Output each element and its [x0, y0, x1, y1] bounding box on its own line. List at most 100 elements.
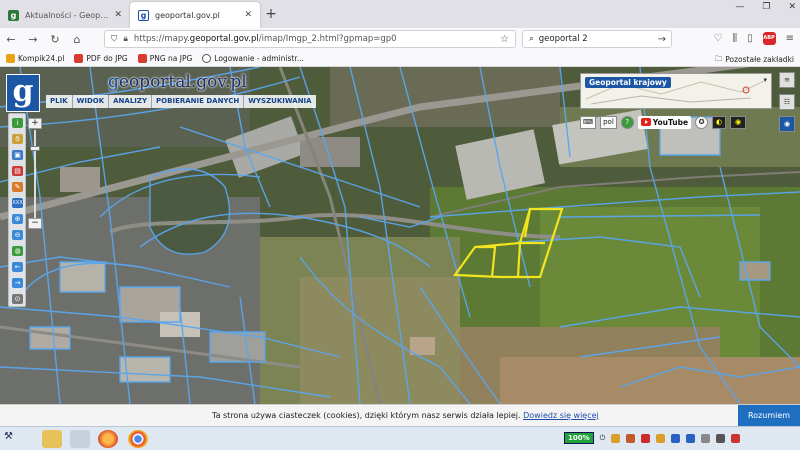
explorer-icon[interactable]: [42, 430, 62, 448]
eye-icon[interactable]: ◉: [730, 115, 747, 129]
other-bookmarks[interactable]: 🗀︎ Pozostałe zakładki: [715, 53, 794, 66]
tray-pdf-icon[interactable]: [641, 433, 651, 443]
taskbar: ⚒ 100% ⏻: [0, 426, 800, 450]
keyboard-icon[interactable]: ⌨: [580, 115, 597, 129]
search-go-icon[interactable]: →: [658, 34, 666, 45]
menu-analizy[interactable]: ANALIZY: [109, 95, 153, 108]
url-prefix: https://mapy.: [133, 34, 190, 44]
forward-icon[interactable]: →: [22, 33, 44, 46]
globe-icon[interactable]: ◍: [12, 246, 23, 256]
close-tab-icon[interactable]: ✕: [114, 10, 122, 20]
tray-app-icon[interactable]: [611, 433, 621, 443]
next-view-icon[interactable]: →: [12, 278, 23, 288]
select-icon[interactable]: ▣: [12, 150, 23, 160]
tree-icon[interactable]: ☷: [779, 94, 795, 110]
firefox-icon[interactable]: [98, 430, 118, 448]
lock-icon[interactable]: 🔒︎: [123, 34, 128, 44]
globe-icon: [202, 53, 212, 63]
pocket-icon[interactable]: ♡: [714, 33, 723, 44]
bookmark-pdf-do-jpg[interactable]: PDF do JPG: [74, 53, 128, 63]
folder-icon: 🗀︎: [714, 54, 723, 63]
url-bar[interactable]: ⛉ 🔒︎ https://mapy.geoportal.gov.pl/imap/…: [104, 30, 516, 48]
contrast-icon[interactable]: ◐: [712, 115, 727, 129]
tray-app-icon[interactable]: [701, 433, 711, 443]
zoom-in-icon[interactable]: ⊕: [12, 214, 23, 224]
new-tab-button[interactable]: +: [260, 2, 282, 28]
shield-icon[interactable]: ⛉: [111, 34, 117, 44]
previous-view-icon[interactable]: ←: [12, 262, 23, 272]
sidebar-icon[interactable]: ▯: [747, 33, 753, 44]
accessibility-icon[interactable]: ✪: [695, 115, 709, 129]
zoom-plus-button[interactable]: +: [28, 118, 42, 129]
menu-icon[interactable]: ≡: [786, 33, 794, 44]
map-tools: i ✋︎ ▣ ▤ ✎ XXX ⊕ ⊖ ◍ ← → ⊙: [8, 113, 26, 307]
close-window-icon[interactable]: ✕: [788, 2, 796, 12]
menu-plik[interactable]: PLIK: [46, 95, 73, 108]
nav-bar: ← → ↻ ⌂ ⛉ 🔒︎ https://mapy.geoportal.gov.…: [0, 28, 800, 50]
network-icon[interactable]: [686, 433, 696, 443]
search-bar[interactable]: ⌕ geoportal 2 →: [522, 30, 672, 48]
tab-geoportal[interactable]: g geoportal.gov.pl ✕: [130, 2, 260, 28]
tab-aktualnosci[interactable]: g Aktualności - Geoportal Krajowy ✕: [0, 2, 130, 28]
menu-pobieranie-danych[interactable]: POBIERANIE DANYCH: [152, 95, 245, 108]
bookmark-star-icon[interactable]: ☆: [500, 34, 509, 45]
url-text: https://mapy.geoportal.gov.pl/imap/Imgp_…: [134, 34, 397, 44]
zoom-track[interactable]: [34, 130, 36, 218]
menu-wyszukiwania[interactable]: WYSZUKIWANIA: [244, 95, 315, 108]
other-bookmarks-label: Pozostałe zakładki: [725, 55, 794, 64]
brand-rest: eoportal.gov.pl: [118, 72, 247, 92]
bookmark-icon: [137, 53, 147, 63]
library-icon[interactable]: ⫼: [732, 33, 737, 44]
layers-icon[interactable]: ≋: [779, 72, 795, 88]
info-icon[interactable]: i: [12, 118, 23, 128]
cookie-banner: Ta strona używa ciasteczek (cookies), dz…: [0, 404, 800, 427]
print-icon[interactable]: ▤: [12, 166, 23, 176]
xxx-icon[interactable]: XXX: [12, 198, 23, 208]
overview-map[interactable]: Geoportal krajowy ▾: [580, 73, 772, 109]
cookie-more-link[interactable]: Dowiedz się więcej: [523, 411, 599, 420]
search-input[interactable]: geoportal 2: [539, 34, 588, 44]
plug-icon: ⏻: [599, 433, 606, 442]
start-icon[interactable]: ⚒: [4, 431, 13, 442]
bookmark-kompik24[interactable]: Kompik24.pl: [6, 53, 64, 63]
language-select[interactable]: pol: [600, 115, 617, 129]
battery-indicator[interactable]: 100%: [564, 432, 594, 444]
bluetooth-icon[interactable]: [671, 433, 681, 443]
tray-alert-icon[interactable]: [731, 433, 741, 443]
bookmark-icon: [6, 53, 15, 63]
pan-hand-icon[interactable]: ✋︎: [12, 134, 23, 144]
bookmark-logowanie[interactable]: Logowanie - administr...: [202, 53, 304, 63]
youtube-link[interactable]: YouTube: [637, 115, 692, 129]
video-app-icon[interactable]: [70, 430, 90, 448]
zoom-handle[interactable]: [30, 146, 40, 151]
tray-app-icon[interactable]: [656, 433, 666, 443]
close-tab-icon[interactable]: ✕: [244, 10, 252, 20]
maximize-icon[interactable]: ❐: [762, 2, 770, 12]
cookie-text: Ta strona używa ciasteczek (cookies), dz…: [212, 411, 521, 420]
help-icon[interactable]: ?: [620, 115, 634, 129]
zoom-slider[interactable]: + −: [28, 118, 42, 230]
chrome-icon[interactable]: [128, 430, 148, 448]
adblock-icon[interactable]: ABP: [762, 32, 776, 45]
zoom-out-icon[interactable]: ⊖: [12, 230, 23, 240]
locate-icon[interactable]: ⊙: [12, 294, 23, 304]
back-icon[interactable]: ←: [0, 33, 22, 46]
geoportal-menu: PLIK WIDOK ANALIZY POBIERANIE DANYCH WYS…: [46, 95, 316, 108]
window-controls: — ❐ ✕: [735, 2, 796, 12]
tray-app-icon[interactable]: [626, 433, 636, 443]
visibility-icon[interactable]: ◉: [779, 116, 795, 132]
overview-collapse-icon[interactable]: ▾: [763, 76, 767, 84]
reload-icon[interactable]: ↻: [44, 33, 66, 46]
zoom-minus-button[interactable]: −: [28, 218, 42, 229]
overview-title: Geoportal krajowy: [585, 77, 671, 88]
bookmark-png-na-jpg[interactable]: PNG na JPG: [137, 53, 192, 63]
minimize-icon[interactable]: —: [735, 2, 744, 12]
home-icon[interactable]: ⌂: [66, 33, 88, 46]
draw-icon[interactable]: ✎: [12, 182, 23, 192]
accept-cookies-button[interactable]: Rozumiem: [738, 405, 800, 427]
volume-icon[interactable]: [716, 433, 726, 443]
menu-widok[interactable]: WIDOK: [73, 95, 110, 108]
geoportal-brand: geoportal.gov.pl: [108, 72, 247, 92]
youtube-play-icon: [640, 118, 651, 126]
geoportal-logo[interactable]: g: [6, 74, 40, 112]
